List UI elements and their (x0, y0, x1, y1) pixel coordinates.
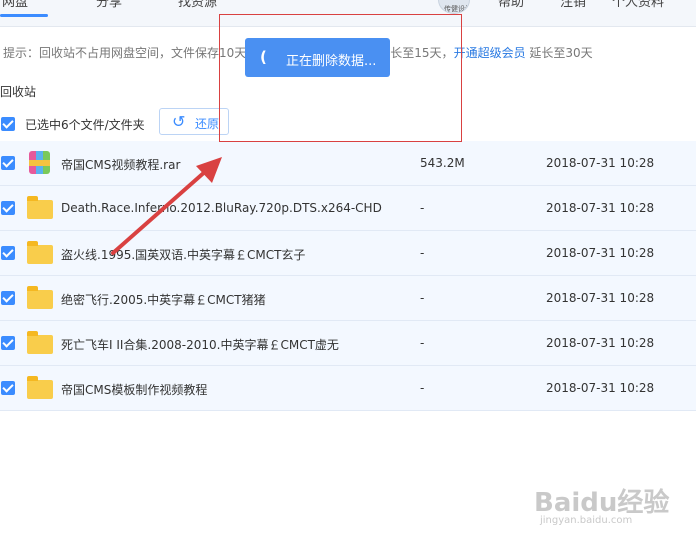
nav-profile[interactable]: 个人资料 (612, 0, 664, 10)
select-all-checkbox[interactable] (1, 117, 15, 131)
file-name[interactable]: 帝国CMS模板制作视频教程 (61, 381, 207, 398)
row-checkbox[interactable] (1, 156, 15, 170)
watermark-logo: Baidu经验 (534, 482, 669, 519)
vip-link[interactable]: 开通超级会员 (454, 46, 526, 60)
folder-icon (27, 196, 53, 219)
file-date: 2018-07-31 10:28 (546, 246, 655, 260)
file-name[interactable]: 绝密飞行.2005.中英字幕￡CMCT猪猪 (61, 291, 266, 308)
file-size: - (420, 201, 425, 215)
row-checkbox[interactable] (1, 336, 15, 350)
avatar-text: 传健设计 (444, 5, 470, 13)
row-checkbox[interactable] (1, 201, 15, 215)
row-checkbox[interactable] (1, 246, 15, 260)
folder-icon (27, 331, 53, 354)
folder-icon (27, 286, 53, 309)
file-date: 2018-07-31 10:28 (546, 381, 655, 395)
file-name[interactable]: 死亡飞车I II合集.2008-2010.中英字幕￡CMCT虚无 (61, 336, 339, 353)
row-checkbox[interactable] (1, 291, 15, 305)
file-size: - (420, 246, 425, 260)
file-name[interactable]: Death.Race.Inferno.2012.BluRay.720p.DTS.… (61, 201, 382, 215)
selection-label: 已选中6个文件/文件夹 (25, 118, 145, 132)
tab-find-resources[interactable]: 找资源 (178, 0, 217, 10)
watermark-brand: Baidu经验 (534, 488, 670, 518)
row-checkbox[interactable] (1, 381, 15, 395)
tip-suffix: 延长至30天 (525, 46, 593, 60)
tab-netdisk[interactable]: 网盘 (2, 0, 28, 10)
annotation-highlight-box (219, 14, 462, 142)
file-date: 2018-07-31 10:28 (546, 336, 655, 350)
file-date: 2018-07-31 10:28 (546, 156, 655, 170)
file-size: 543.2M (420, 156, 465, 170)
file-size: - (420, 381, 425, 395)
file-size: - (420, 336, 425, 350)
avatar[interactable]: 传健设计 (438, 0, 470, 14)
folder-icon (27, 241, 53, 264)
nav-logout[interactable]: 注销 (560, 0, 586, 10)
active-tab-indicator (0, 14, 48, 17)
watermark-url: jingyan.baidu.com (540, 515, 633, 526)
tip-prefix: 提示：回收站不占用网盘空间，文件保存10天 (3, 46, 247, 60)
file-name[interactable]: 盗火线.1995.国英双语.中英字幕￡CMCT玄子 (61, 246, 305, 263)
table-row[interactable]: 死亡飞车I II合集.2008-2010.中英字幕￡CMCT虚无 - 2018-… (0, 321, 696, 366)
folder-icon (27, 376, 53, 399)
table-row[interactable]: 帝国CMS模板制作视频教程 - 2018-07-31 10:28 (0, 366, 696, 411)
file-date: 2018-07-31 10:28 (546, 201, 655, 215)
table-row[interactable]: 盗火线.1995.国英双语.中英字幕￡CMCT玄子 - 2018-07-31 1… (0, 231, 696, 276)
tab-share[interactable]: 分享 (96, 0, 122, 10)
file-size: - (420, 291, 425, 305)
restore-icon: ↺ (172, 112, 186, 131)
table-row[interactable]: Death.Race.Inferno.2012.BluRay.720p.DTS.… (0, 186, 696, 231)
table-row[interactable]: 帝国CMS视频教程.rar 543.2M 2018-07-31 10:28 (0, 141, 696, 186)
page-title: 回收站 (0, 85, 37, 99)
restore-label: 还原 (195, 117, 220, 131)
file-name[interactable]: 帝国CMS视频教程.rar (61, 156, 180, 173)
table-row[interactable]: 绝密飞行.2005.中英字幕￡CMCT猪猪 - 2018-07-31 10:28 (0, 276, 696, 321)
nav-help[interactable]: 帮助 (498, 0, 524, 10)
file-date: 2018-07-31 10:28 (546, 291, 655, 305)
rar-icon (27, 151, 53, 174)
